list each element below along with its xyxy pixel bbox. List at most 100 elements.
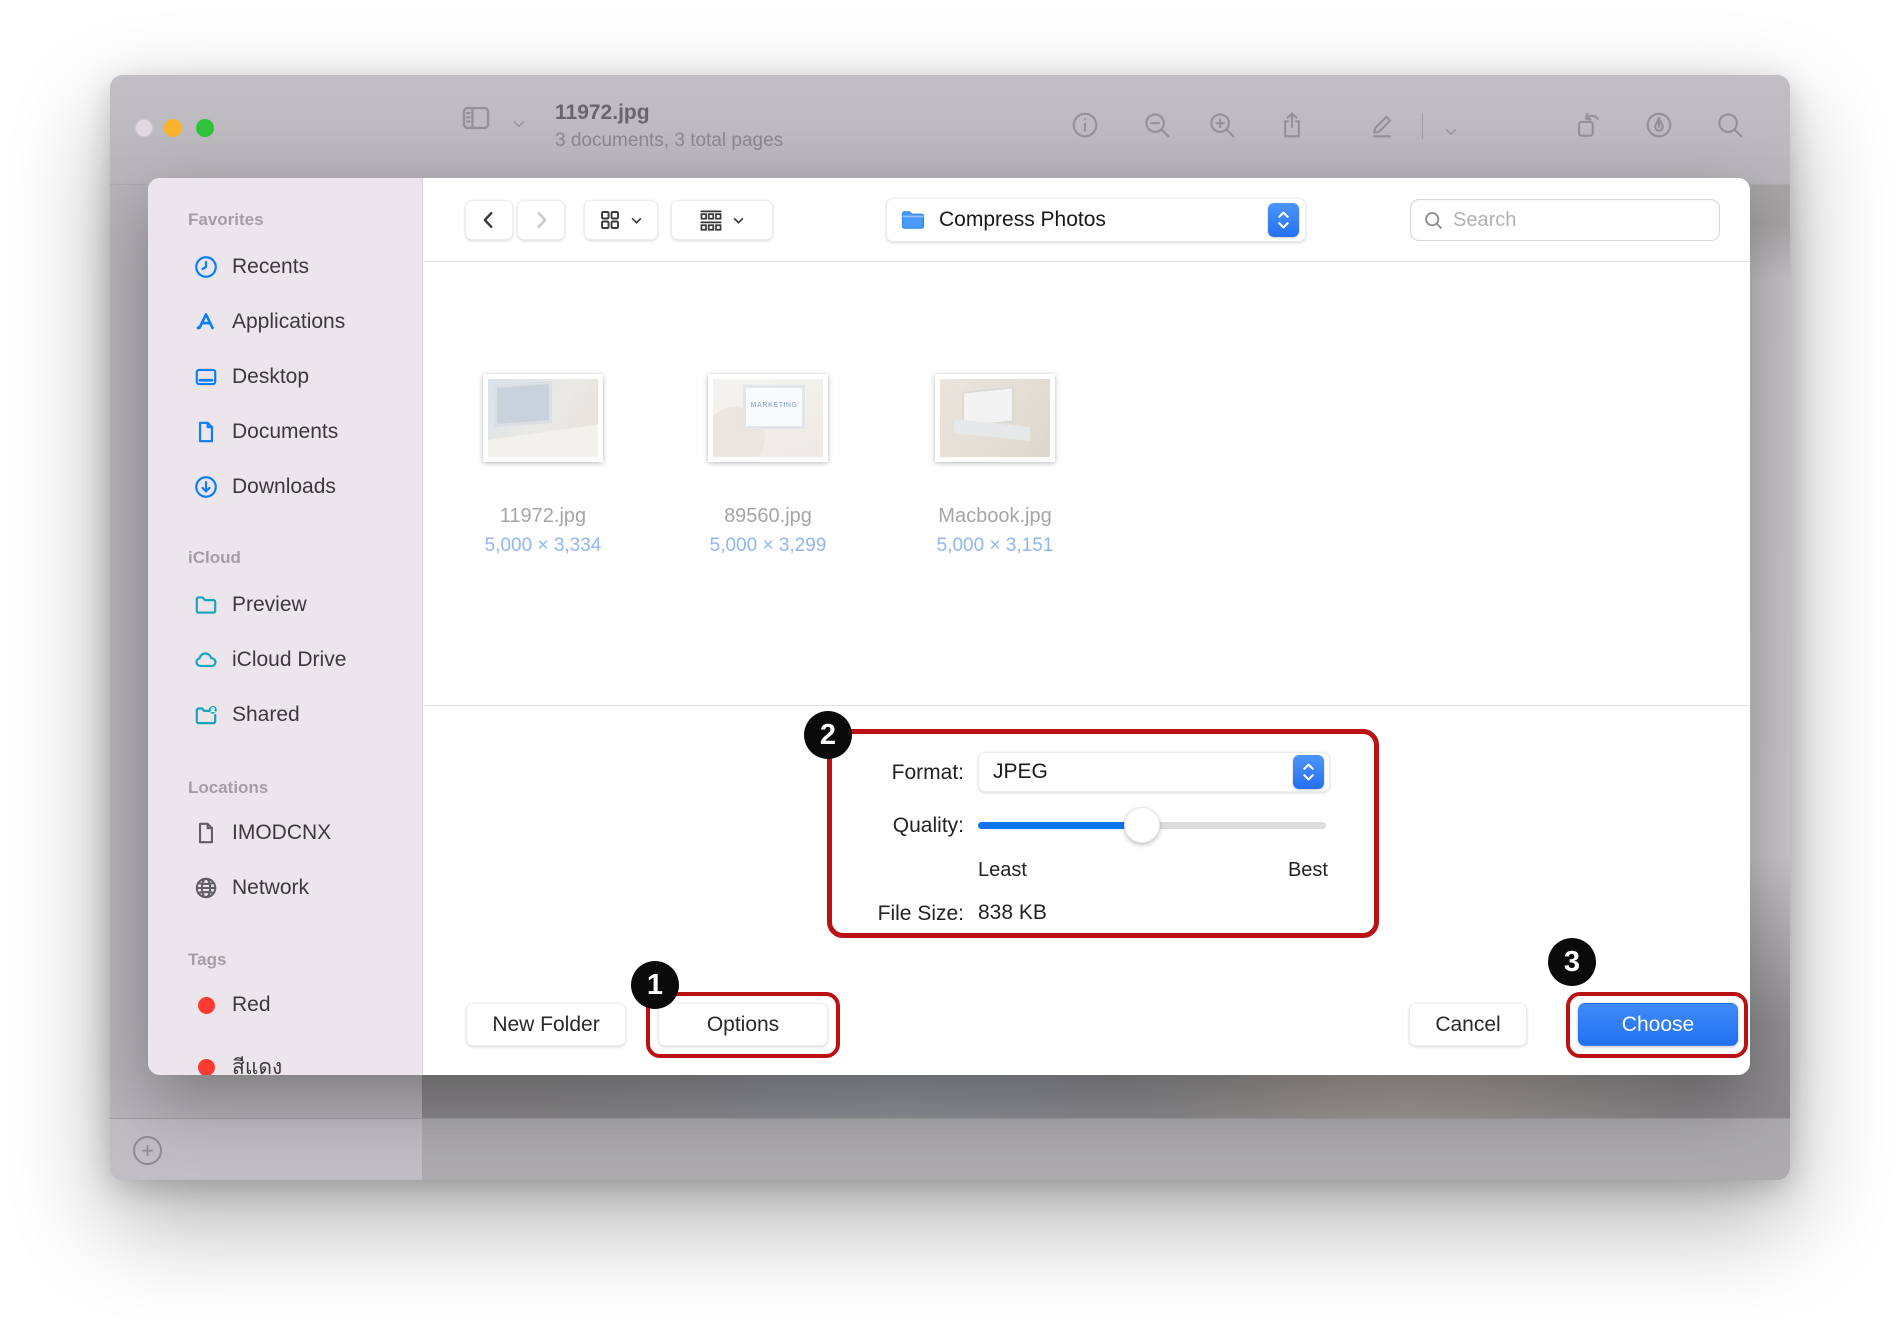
zoom-in-icon[interactable] [1205,108,1239,142]
dialog-main: Compress Photos 11972.jpg 5,000 × 3,334 … [424,178,1750,1075]
file-icon [192,819,220,847]
sidebar-item-imodcnx[interactable]: IMODCNX [148,811,423,855]
options-divider [424,705,1750,706]
downloads-icon [192,473,220,501]
group-view-icon [698,207,724,233]
sidebar-toggle-icon[interactable] [459,101,493,135]
file-dimensions: 5,000 × 3,334 [443,535,643,557]
search-icon[interactable] [1713,108,1747,142]
quality-slider-thumb[interactable] [1124,807,1160,843]
sidebar-item-documents[interactable]: Documents [148,410,423,454]
sidebar-section-favorites: Favorites [188,210,264,230]
cloud-icon [192,646,220,674]
minimize-button[interactable] [164,119,182,137]
file-dimensions: 5,000 × 3,299 [668,535,868,557]
quality-best-label: Best [1288,859,1328,882]
file-thumbnail [483,374,603,462]
search-input[interactable] [1453,209,1707,232]
sidebar-item-applications[interactable]: Applications [148,300,423,344]
markup-pencil-icon[interactable] [1365,108,1399,142]
search-icon [1423,210,1444,231]
window-subtitle: 3 documents, 3 total pages [555,130,783,152]
icon-view-button[interactable] [584,200,658,240]
sidebar-section-locations: Locations [188,778,268,798]
options-button[interactable]: Options [658,1003,828,1046]
file-dimensions: 5,000 × 3,151 [895,535,1095,557]
grid-view-icon [598,208,622,232]
chevron-down-icon [731,213,746,228]
view-menu-chevron-icon[interactable] [502,107,536,141]
sidebar-item-tag-red[interactable]: Red [148,983,423,1027]
sidebar-item-shared[interactable]: Shared [148,693,423,737]
quality-slider-fill [978,822,1142,829]
options-annotation-box: Format: JPEG Quality: Least Best File Si… [827,729,1379,938]
applications-icon [192,308,220,336]
annotation-badge-3: 3 [1548,938,1596,986]
file-name: 11972.jpg [443,505,643,528]
back-button[interactable] [465,200,513,240]
window-title: 11972.jpg [555,101,650,125]
sidebar-item-network[interactable]: Network [148,866,423,910]
file-thumbnail [935,374,1055,462]
desktop-icon [192,363,220,391]
new-folder-button[interactable]: New Folder [466,1003,626,1046]
zoom-window-button[interactable] [196,119,214,137]
dialog-sidebar: Favorites Recents Applications Desktop D… [148,178,423,1075]
quality-slider[interactable] [978,822,1326,829]
window-bottom-bar: + [110,1118,1790,1180]
sidebar-item-downloads[interactable]: Downloads [148,465,423,509]
red-tag-icon [192,991,220,1019]
zoom-out-icon[interactable] [1140,108,1174,142]
sidebar-item-recents[interactable]: Recents [148,245,423,289]
sidebar-item-tag-red-thai[interactable]: สีแดง [148,1045,423,1075]
cancel-button[interactable]: Cancel [1409,1003,1527,1046]
choose-button[interactable]: Choose [1578,1003,1738,1046]
file-size-value: 838 KB [978,901,1047,925]
folder-icon [192,591,220,619]
annotation-badge-1: 1 [631,961,679,1009]
shared-folder-icon [192,701,220,729]
folder-dropdown[interactable]: Compress Photos [886,198,1306,242]
file-name: Macbook.jpg [895,505,1095,528]
sidebar-section-icloud: iCloud [188,548,241,568]
share-icon[interactable] [1275,108,1309,142]
sidebar-item-desktop[interactable]: Desktop [148,355,423,399]
close-button[interactable] [135,119,153,137]
file-item[interactable]: Macbook.jpg 5,000 × 3,151 [895,374,1095,557]
document-icon [192,418,220,446]
search-field[interactable] [1410,199,1720,241]
file-thumbnail: MARKETING [708,374,828,462]
folder-dropdown-value: Compress Photos [939,208,1268,232]
preview-window: 11972.jpg 3 documents, 3 total pages [110,75,1790,1180]
toolbar-separator [1422,113,1423,139]
dialog-toolbar: Compress Photos [424,178,1750,262]
format-label: Format: [842,761,964,785]
add-page-button[interactable]: + [133,1136,162,1165]
chevron-down-icon [629,213,644,228]
folder-dropdown-stepper-icon [1268,203,1299,237]
titlebar: 11972.jpg 3 documents, 3 total pages [110,75,1790,185]
sidebar-item-preview[interactable]: Preview [148,583,423,627]
annotate-icon[interactable] [1642,108,1676,142]
quality-label: Quality: [842,814,964,838]
format-dropdown[interactable]: JPEG [978,752,1330,792]
sidebar-item-icloud-drive[interactable]: iCloud Drive [148,638,423,682]
format-value: JPEG [993,760,1293,784]
file-size-label: File Size: [842,902,964,926]
sidebar-section-tags: Tags [188,950,226,970]
rotate-icon[interactable] [1572,108,1606,142]
forward-button[interactable] [517,200,565,240]
globe-icon [192,874,220,902]
group-view-button[interactable] [671,200,773,240]
clock-icon [192,253,220,281]
annotation-badge-2: 2 [804,711,852,759]
file-item[interactable]: MARKETING 89560.jpg 5,000 × 3,299 [668,374,868,557]
info-icon[interactable] [1068,108,1102,142]
blue-folder-icon [899,206,927,234]
markup-dropdown-chevron-icon[interactable] [1434,115,1468,149]
format-dropdown-stepper-icon [1293,755,1324,789]
red-tag-icon [192,1053,220,1075]
quality-least-label: Least [978,859,1027,882]
file-item[interactable]: 11972.jpg 5,000 × 3,334 [443,374,643,557]
save-dialog-sheet: Favorites Recents Applications Desktop D… [148,178,1750,1075]
